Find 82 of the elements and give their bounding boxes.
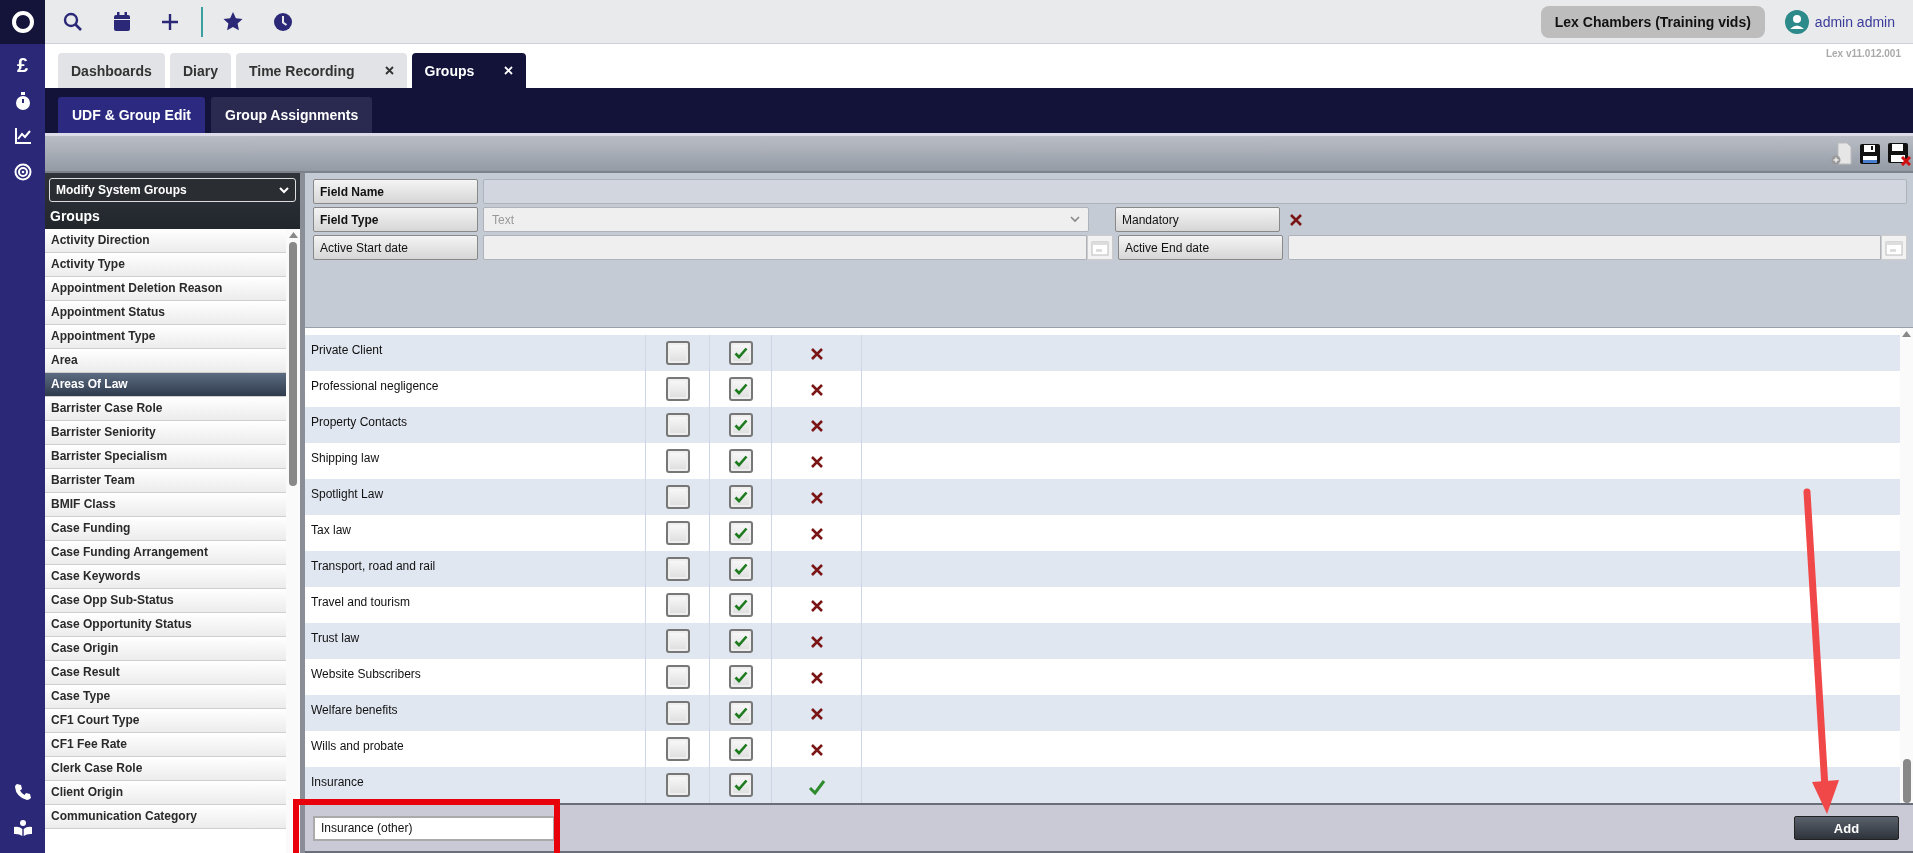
field-label: Field Name <box>313 179 478 204</box>
field-label: Mandatory <box>1115 207 1280 232</box>
group-item[interactable]: Areas Of Law <box>45 373 286 397</box>
save-icon[interactable] <box>1859 142 1881 165</box>
checkbox[interactable] <box>728 629 753 653</box>
check-icon <box>733 455 748 467</box>
checkbox[interactable] <box>665 485 690 509</box>
check-icon <box>733 707 748 719</box>
calendar-icon[interactable] <box>113 11 131 32</box>
plus-icon[interactable] <box>161 12 179 31</box>
checkbox[interactable] <box>728 773 753 797</box>
checkbox[interactable] <box>665 737 690 761</box>
check-icon <box>733 563 748 575</box>
line-chart-icon[interactable] <box>13 127 32 145</box>
sub-tab[interactable]: Group Assignments <box>211 97 373 133</box>
save-and-close-icon[interactable] <box>1887 141 1911 166</box>
checkbox[interactable] <box>728 485 753 509</box>
tab[interactable]: Diary <box>169 53 231 88</box>
star-icon[interactable] <box>223 12 243 31</box>
check-icon <box>733 527 748 539</box>
group-type-dropdown[interactable]: Modify System Groups <box>49 178 296 202</box>
stopwatch-icon[interactable] <box>13 91 32 111</box>
check-icon <box>733 419 748 431</box>
field-label: Active End date <box>1118 235 1283 260</box>
field-label: Field Type <box>313 207 478 232</box>
scrollbar-thumb[interactable] <box>289 242 297 486</box>
check-icon <box>733 599 748 611</box>
tab[interactable]: Time Recording <box>235 53 407 88</box>
checkbox[interactable] <box>665 341 690 365</box>
checkbox[interactable] <box>728 593 753 617</box>
tab[interactable]: Dashboards <box>58 53 165 88</box>
check-icon <box>733 383 748 395</box>
checkbox[interactable] <box>728 737 753 761</box>
checkbox[interactable] <box>665 449 690 473</box>
scrollbar-thumb[interactable] <box>1902 759 1911 803</box>
search-icon[interactable] <box>63 11 83 32</box>
chevron-down-icon <box>1070 216 1080 223</box>
avatar-icon[interactable] <box>1784 9 1809 34</box>
checkbox[interactable] <box>665 557 690 581</box>
add-button[interactable]: Add <box>1794 816 1899 840</box>
user-name[interactable]: admin admin <box>1814 13 1895 30</box>
scroll-up-icon[interactable] <box>288 232 298 238</box>
checkbox[interactable] <box>665 629 690 653</box>
checkbox[interactable] <box>665 701 690 725</box>
checkbox[interactable] <box>728 341 753 365</box>
checkbox[interactable] <box>728 449 753 473</box>
sub-tab[interactable]: UDF & Group Edit <box>58 97 205 133</box>
reader-icon[interactable] <box>12 819 33 837</box>
scroll-up-icon[interactable] <box>1902 331 1911 337</box>
date-input[interactable] <box>483 235 1087 260</box>
new-value-input[interactable]: Insurance (other) <box>313 815 555 841</box>
checkbox[interactable] <box>728 413 753 437</box>
close-icon[interactable] <box>384 66 394 75</box>
checkbox[interactable] <box>665 593 690 617</box>
checkbox[interactable] <box>728 557 753 581</box>
date-input[interactable] <box>1288 235 1881 260</box>
check-icon <box>733 779 748 791</box>
check-icon <box>733 491 748 503</box>
field-label: Active Start date <box>313 235 478 260</box>
check-icon <box>733 743 748 755</box>
check-icon <box>733 671 748 683</box>
checkbox[interactable] <box>728 521 753 545</box>
phone-icon[interactable] <box>13 783 32 801</box>
chevron-down-icon <box>279 186 289 194</box>
checkbox[interactable] <box>665 665 690 689</box>
pound-icon[interactable]: £ <box>16 54 29 77</box>
tab[interactable]: Groups <box>411 53 527 88</box>
checkbox[interactable] <box>665 521 690 545</box>
version-label: Lex v11.012.001 <box>1825 48 1901 59</box>
checkbox[interactable] <box>665 413 690 437</box>
target-icon[interactable] <box>13 163 32 181</box>
checkbox[interactable] <box>665 773 690 797</box>
checkbox[interactable] <box>728 701 753 725</box>
checkbox[interactable] <box>728 377 753 401</box>
check-icon <box>733 635 748 647</box>
check-icon <box>733 347 748 359</box>
organisation-badge[interactable]: Lex Chambers (Training vids) <box>1540 5 1765 38</box>
logo-icon[interactable] <box>10 10 35 34</box>
checkbox[interactable] <box>665 377 690 401</box>
checkbox[interactable] <box>728 665 753 689</box>
panel-title: Groups <box>49 207 101 226</box>
clock-icon[interactable] <box>273 11 293 32</box>
